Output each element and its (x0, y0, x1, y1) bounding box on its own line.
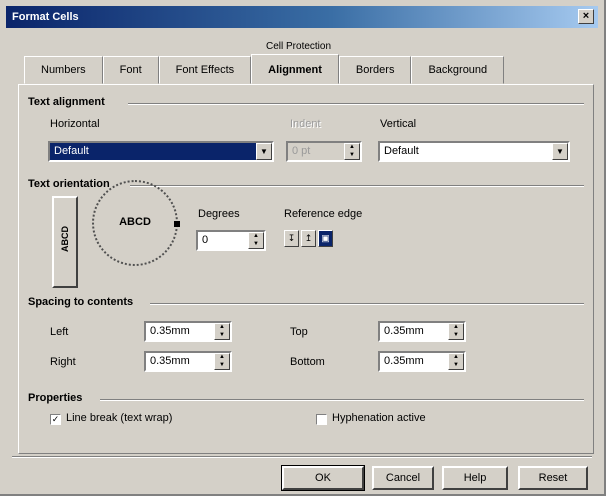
spin-up-icon[interactable]: ▲ (449, 324, 463, 332)
indent-field[interactable]: 0 pt ▲ ▼ (286, 141, 362, 162)
degrees-label: Degrees (198, 208, 240, 220)
rotation-dial[interactable]: ABCD (92, 180, 178, 266)
section-divider (150, 303, 584, 305)
spin-down-icon[interactable]: ▼ (449, 332, 463, 340)
left-spinner[interactable]: ▲ ▼ (214, 323, 230, 340)
degrees-value: 0 (202, 234, 209, 246)
cancel-button[interactable]: Cancel (372, 466, 434, 490)
spin-up-icon[interactable]: ▲ (345, 144, 359, 152)
indent-label: Indent (290, 118, 321, 130)
text-orientation-heading: Text orientation (28, 178, 110, 190)
tab-font[interactable]: Font (102, 56, 159, 84)
horizontal-label: Horizontal (50, 118, 100, 130)
section-divider (128, 103, 584, 105)
left-label: Left (50, 326, 69, 338)
spin-up-icon[interactable]: ▲ (215, 324, 229, 332)
top-spacing-field[interactable]: 0.35mm ▲ ▼ (378, 321, 466, 342)
right-spacing-value: 0.35mm (150, 355, 190, 367)
tab-numbers[interactable]: Numbers (24, 56, 103, 84)
bottom-spacing-field[interactable]: 0.35mm ▲ ▼ (378, 351, 466, 372)
edge-inside-icon[interactable]: ▣ (318, 230, 333, 247)
spin-down-icon[interactable]: ▼ (215, 362, 229, 370)
section-divider (130, 185, 584, 187)
chevron-down-icon[interactable]: ▼ (256, 143, 272, 160)
help-button[interactable]: Help (442, 466, 508, 490)
ok-button[interactable]: OK (281, 465, 365, 491)
spin-down-icon[interactable]: ▼ (345, 152, 359, 160)
text-alignment-heading: Text alignment (28, 96, 105, 108)
title-bar: Format Cells × (6, 6, 598, 28)
properties-heading: Properties (28, 392, 83, 404)
bottom-spacing-value: 0.35mm (384, 355, 424, 367)
spin-down-icon[interactable]: ▼ (449, 362, 463, 370)
right-spacing-field[interactable]: 0.35mm ▲ ▼ (144, 351, 232, 372)
wrap-checkbox[interactable]: ✓ (50, 414, 61, 425)
bottom-spinner[interactable]: ▲ ▼ (448, 353, 464, 370)
tab-row: Numbers Font Font Effects Alignment Bord… (24, 54, 505, 84)
spin-up-icon[interactable]: ▲ (249, 233, 263, 241)
hyphenation-checkbox[interactable] (316, 414, 327, 425)
tab-background[interactable]: Background (411, 56, 505, 84)
horizontal-select[interactable]: Default ▼ (48, 141, 274, 162)
indent-value: 0 pt (292, 145, 311, 157)
dial-pointer-icon[interactable] (174, 221, 180, 227)
vertical-value: Default (384, 145, 419, 157)
edge-bottom-icon[interactable]: ↧ (284, 230, 299, 247)
tab-font-effects[interactable]: Font Effects (158, 56, 252, 84)
vertical-stacked-toggle[interactable]: ABCD (52, 196, 78, 288)
vertical-label: Vertical (380, 118, 417, 130)
indent-spinner[interactable]: ▲ ▼ (344, 143, 360, 160)
section-divider (100, 399, 584, 401)
tab-alignment[interactable]: Alignment (251, 54, 339, 84)
right-spinner[interactable]: ▲ ▼ (214, 353, 230, 370)
window-title: Format Cells (12, 11, 79, 23)
dial-text: ABCD (119, 216, 151, 228)
spin-down-icon[interactable]: ▼ (215, 332, 229, 340)
button-separator (12, 456, 592, 458)
tab-group-label[interactable]: Cell Protection (266, 41, 331, 52)
left-spacing-field[interactable]: 0.35mm ▲ ▼ (144, 321, 232, 342)
degrees-field[interactable]: 0 ▲ ▼ (196, 230, 266, 251)
top-spacing-value: 0.35mm (384, 325, 424, 337)
spin-up-icon[interactable]: ▲ (449, 354, 463, 362)
vertical-select[interactable]: Default ▼ (378, 141, 570, 162)
left-spacing-value: 0.35mm (150, 325, 190, 337)
spin-down-icon[interactable]: ▼ (249, 241, 263, 249)
chevron-down-icon[interactable]: ▼ (552, 143, 568, 160)
reference-edge-label: Reference edge (284, 208, 363, 220)
top-label: Top (290, 326, 308, 338)
edge-top-icon[interactable]: ↥ (301, 230, 316, 247)
spacing-heading: Spacing to contents (28, 296, 134, 308)
horizontal-value: Default (54, 145, 89, 157)
reset-button[interactable]: Reset (518, 466, 588, 490)
close-button[interactable]: × (578, 9, 594, 24)
vertical-stacked-text: ABCD (60, 226, 70, 252)
top-spinner[interactable]: ▲ ▼ (448, 323, 464, 340)
wrap-label: Line break (text wrap) (66, 412, 173, 424)
degrees-spinner[interactable]: ▲ ▼ (248, 232, 264, 249)
right-label: Right (50, 356, 76, 368)
spin-up-icon[interactable]: ▲ (215, 354, 229, 362)
hyphenation-label: Hyphenation active (332, 412, 426, 424)
tab-borders[interactable]: Borders (338, 56, 412, 84)
format-cells-dialog: Format Cells × Cell Protection Numbers F… (0, 0, 606, 496)
bottom-label: Bottom (290, 356, 325, 368)
